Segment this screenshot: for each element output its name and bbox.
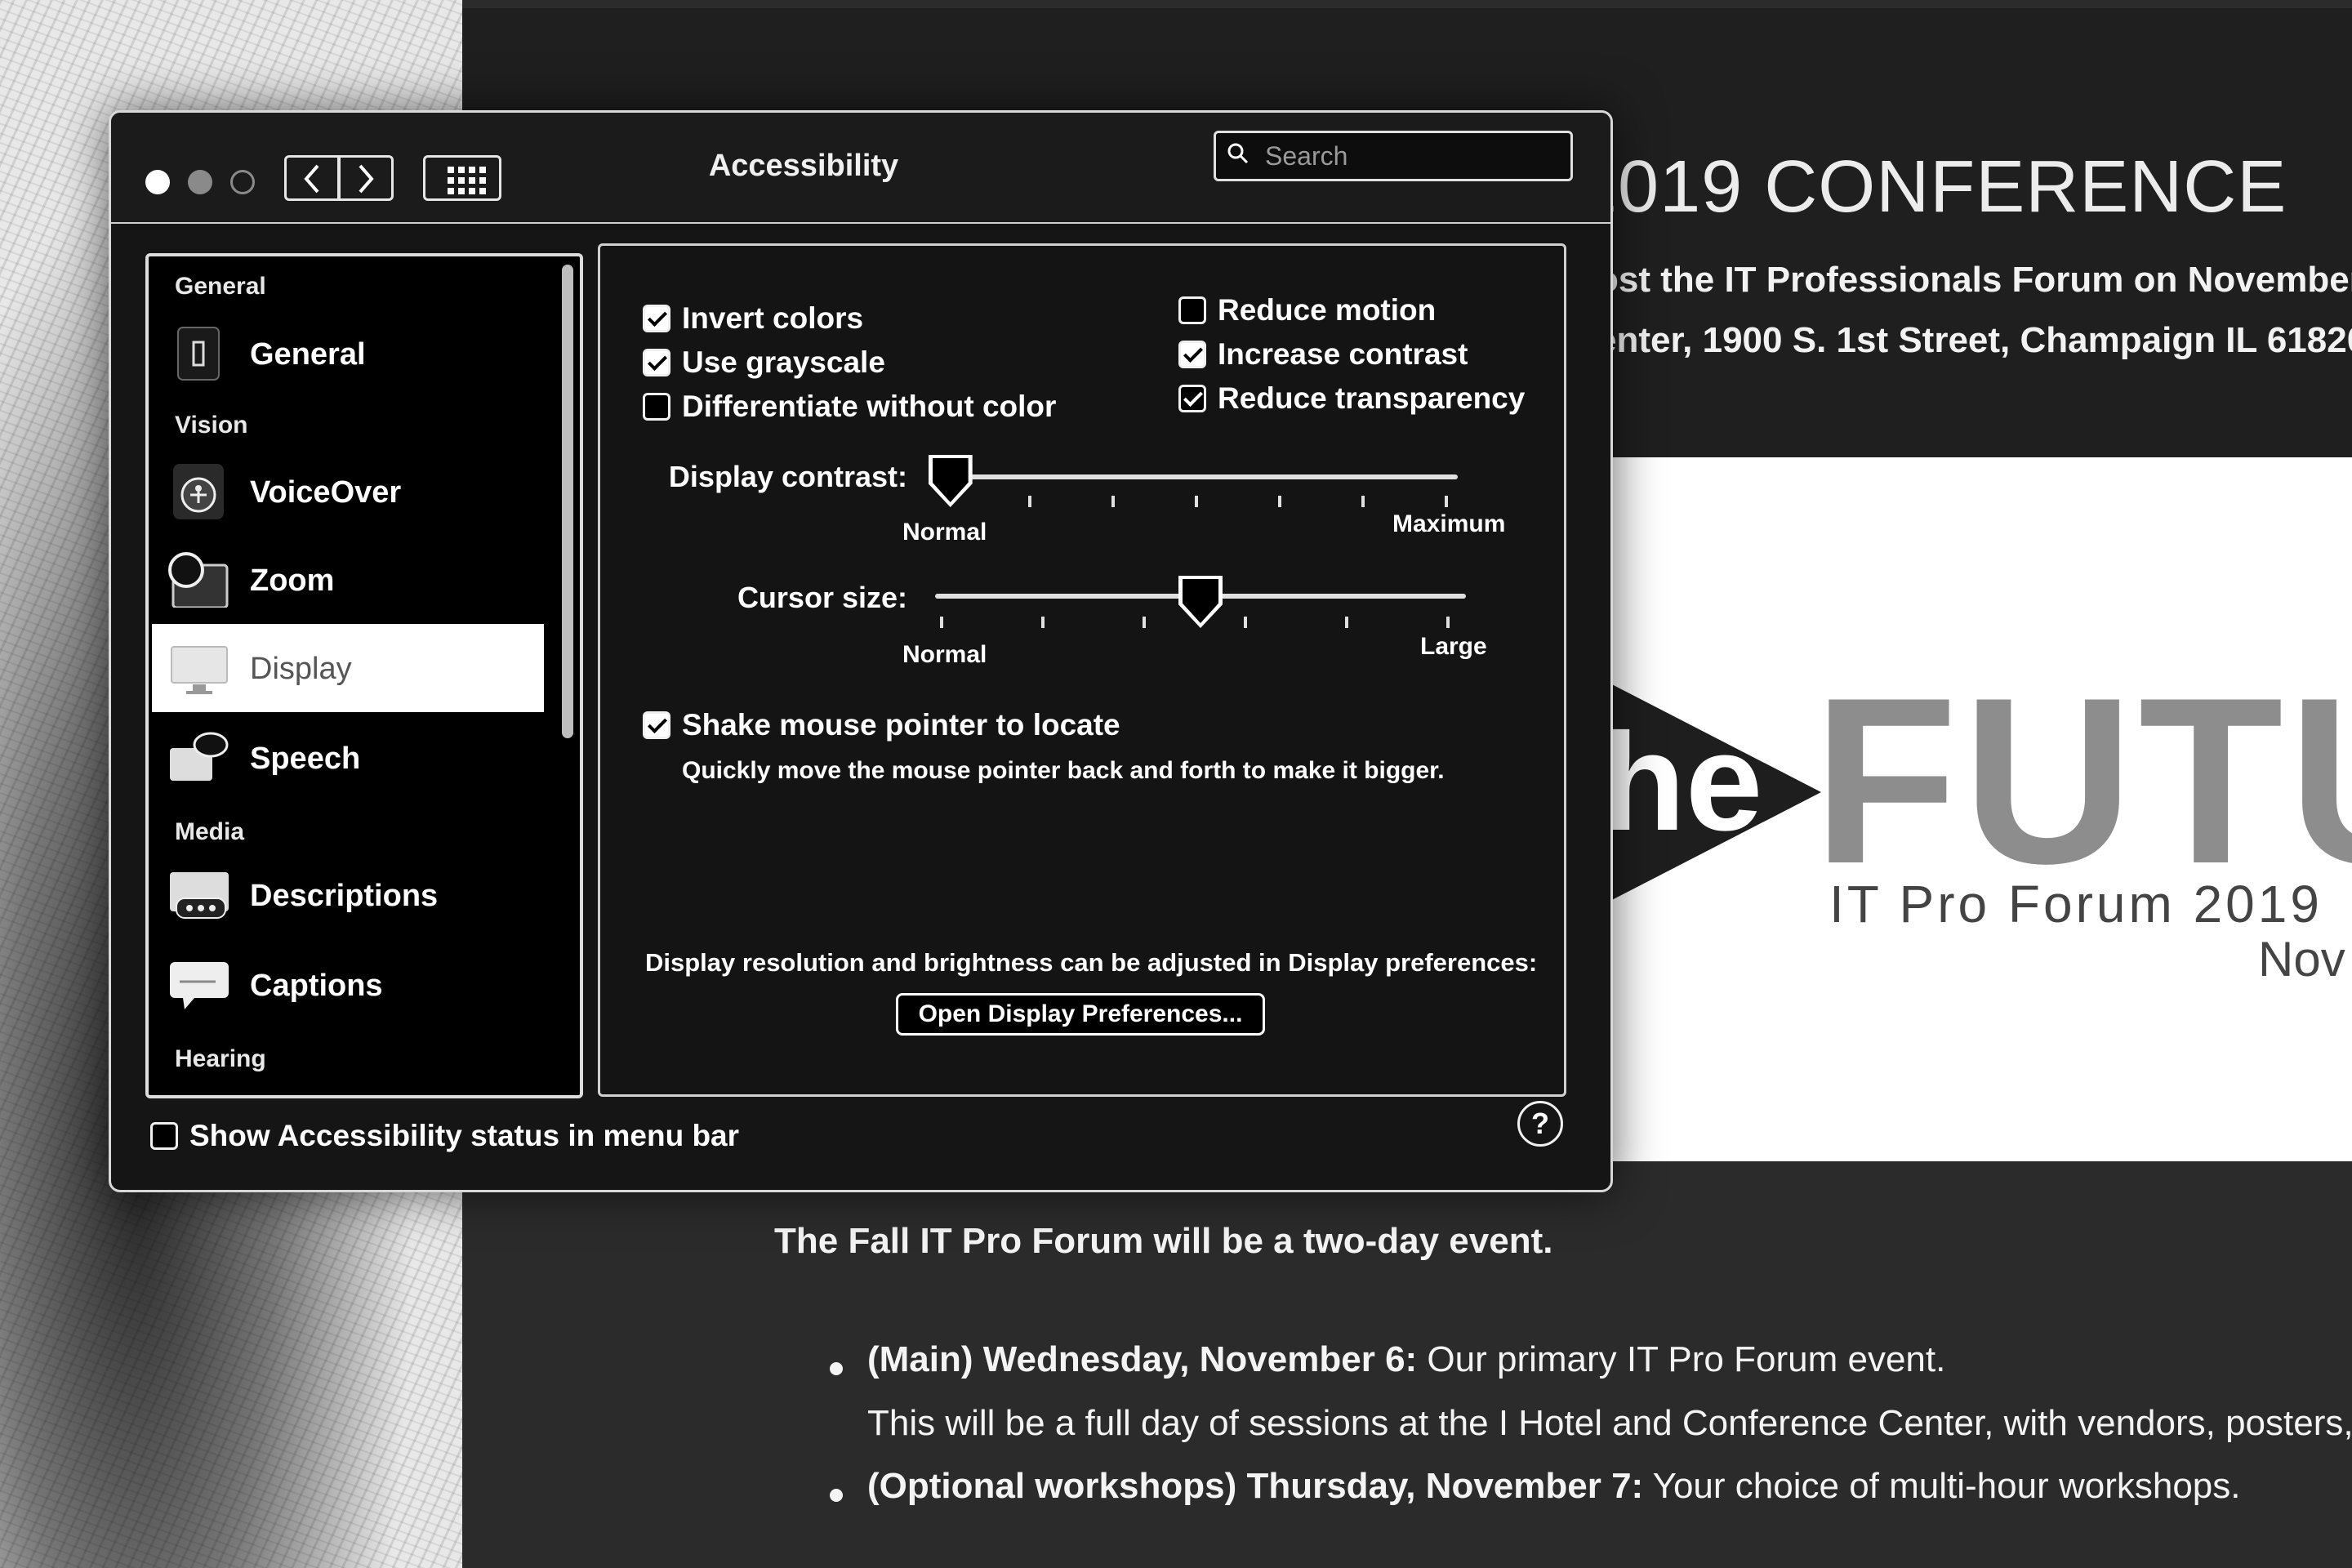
slider-tick [1445, 496, 1448, 507]
section-header-vision: Vision [175, 412, 248, 439]
slider-tick [1244, 617, 1247, 628]
reduce-motion-checkbox[interactable] [1178, 296, 1206, 324]
reduce-transparency-checkbox[interactable] [1178, 385, 1206, 412]
slider-tick [1028, 496, 1031, 507]
checkbox-label: Reduce transparency [1218, 381, 1526, 415]
bullet-item-2: (Optional workshops) Thursday, November … [867, 1466, 2240, 1507]
banner-subtitle-2: Nov [2258, 932, 2345, 987]
differentiate-without-color-checkbox[interactable] [643, 393, 670, 421]
contrast-max-label: Maximum [1392, 510, 1506, 537]
bullet-2-rest: Your choice of multi-hour workshops. [1643, 1466, 2241, 1506]
title-bar: Accessibility Search [111, 113, 1610, 224]
banner-subtitle: IT Pro Forum 2019 [1829, 875, 2323, 933]
sidebar-item-general[interactable]: General [152, 310, 544, 398]
sidebar-item-label: Display [250, 652, 352, 686]
sidebar-item-captions[interactable]: Captions [152, 941, 544, 1029]
invert-colors-checkbox[interactable] [643, 305, 670, 332]
checkbox-label: Invert colors [682, 301, 864, 335]
checkbox-label: Use grayscale [682, 345, 885, 379]
use-grayscale-checkbox[interactable] [643, 349, 670, 376]
sidebar-scrollbar-thumb[interactable] [562, 265, 573, 738]
sidebar-item-label: Captions [250, 969, 383, 1003]
cursor-size-label: Cursor size: [737, 581, 907, 614]
sidebar-item-zoom[interactable]: Zoom [152, 536, 544, 624]
shake-description: Quickly move the mouse pointer back and … [682, 757, 1445, 784]
display-contrast-label: Display contrast: [668, 460, 907, 493]
sidebar-item-display[interactable]: Display [152, 624, 544, 712]
search-icon [1227, 143, 1249, 164]
slider-tick [940, 617, 943, 628]
help-button[interactable]: ? [1517, 1101, 1563, 1147]
invert-colors-row[interactable]: Invert colors [643, 301, 863, 336]
category-sidebar[interactable]: General General Vision VoiceOver Zoom Di [145, 253, 583, 1098]
section-header-media: Media [175, 818, 245, 845]
banner-text-he: he [1601, 705, 1763, 860]
section-header-general: General [175, 273, 266, 300]
display-icon [167, 640, 230, 696]
bullet-1-bold: (Main) Wednesday, November 6: [867, 1339, 1418, 1379]
search-field[interactable]: Search [1214, 131, 1573, 181]
slider-tick [1041, 617, 1045, 628]
descriptions-icon [167, 867, 230, 923]
search-placeholder: Search [1265, 141, 1348, 171]
phone-icon [167, 326, 230, 381]
event-intro: The Fall IT Pro Forum will be a two-day … [774, 1221, 1553, 1261]
checkbox-label: Reduce motion [1218, 293, 1437, 327]
bullet-1-rest: Our primary IT Pro Forum event. [1417, 1339, 1946, 1379]
sidebar-item-voiceover[interactable]: VoiceOver [152, 448, 544, 536]
slider-tick [1361, 496, 1365, 507]
speech-icon [167, 730, 230, 786]
increase-contrast-checkbox[interactable] [1178, 341, 1206, 368]
reduce-transparency-row[interactable]: Reduce transparency [1178, 381, 1525, 416]
differentiate-without-color-row[interactable]: Differentiate without color [643, 390, 1056, 424]
bullet-dot [830, 1362, 843, 1375]
sidebar-item-label: Descriptions [250, 879, 439, 913]
bullet-item-1-continued: This will be a full day of sessions at t… [867, 1403, 2352, 1443]
display-contrast-slider-track[interactable] [940, 474, 1458, 479]
shake-to-locate-row[interactable]: Shake mouse pointer to locate [643, 708, 1120, 742]
display-contrast-slider-knob[interactable] [928, 455, 973, 507]
conference-line-1: ost the IT Professionals Forum on Novemb… [1597, 260, 2352, 300]
contrast-min-label: Normal [902, 519, 987, 546]
sidebar-item-label: VoiceOver [250, 475, 402, 510]
slider-tick [1446, 617, 1450, 628]
slider-tick [1278, 496, 1281, 507]
sidebar-item-speech[interactable]: Speech [152, 714, 544, 802]
slider-tick [1345, 617, 1348, 628]
sidebar-item-label: General [250, 337, 366, 372]
conference-line-2: enter, 1900 S. 1st Street, Champaign IL … [1597, 320, 2352, 360]
show-status-checkbox[interactable] [150, 1122, 178, 1150]
sidebar-item-label: Speech [250, 742, 361, 776]
menu-bar-status-row[interactable]: Show Accessibility status in menu bar [150, 1119, 739, 1153]
section-header-hearing: Hearing [175, 1045, 266, 1072]
shake-to-locate-checkbox[interactable] [643, 711, 670, 739]
display-settings-pane: Invert colors Use grayscale Differentiat… [598, 243, 1566, 1097]
slider-tick [1111, 496, 1115, 507]
use-grayscale-row[interactable]: Use grayscale [643, 345, 885, 380]
captions-icon [167, 957, 230, 1013]
checkbox-label: Differentiate without color [682, 390, 1057, 423]
bullet-item-1: (Main) Wednesday, November 6: Our primar… [867, 1339, 1945, 1380]
bullet-dot [830, 1489, 843, 1502]
cursor-max-label: Large [1420, 633, 1487, 660]
display-preferences-note: Display resolution and brightness can be… [645, 948, 1538, 977]
slider-tick [1143, 617, 1146, 628]
voiceover-icon [167, 464, 230, 519]
cursor-size-slider-knob[interactable] [1178, 576, 1223, 628]
open-display-preferences-button[interactable]: Open Display Preferences... [896, 993, 1265, 1036]
sidebar-item-descriptions[interactable]: Descriptions [152, 851, 544, 939]
zoom-icon [167, 552, 230, 609]
slider-tick [1195, 496, 1198, 507]
increase-contrast-row[interactable]: Increase contrast [1178, 337, 1468, 372]
show-status-label: Show Accessibility status in menu bar [189, 1119, 740, 1152]
bullet-2-bold: (Optional workshops) Thursday, November … [867, 1466, 1644, 1506]
reduce-motion-row[interactable]: Reduce motion [1178, 293, 1436, 327]
sidebar-item-label: Zoom [250, 564, 335, 598]
checkbox-label: Shake mouse pointer to locate [682, 708, 1120, 742]
cursor-min-label: Normal [902, 641, 987, 668]
checkbox-label: Increase contrast [1218, 337, 1468, 371]
accessibility-window: Accessibility Search General General Vis… [109, 110, 1613, 1192]
conference-heading: 2019 CONFERENCE [1576, 146, 2287, 228]
